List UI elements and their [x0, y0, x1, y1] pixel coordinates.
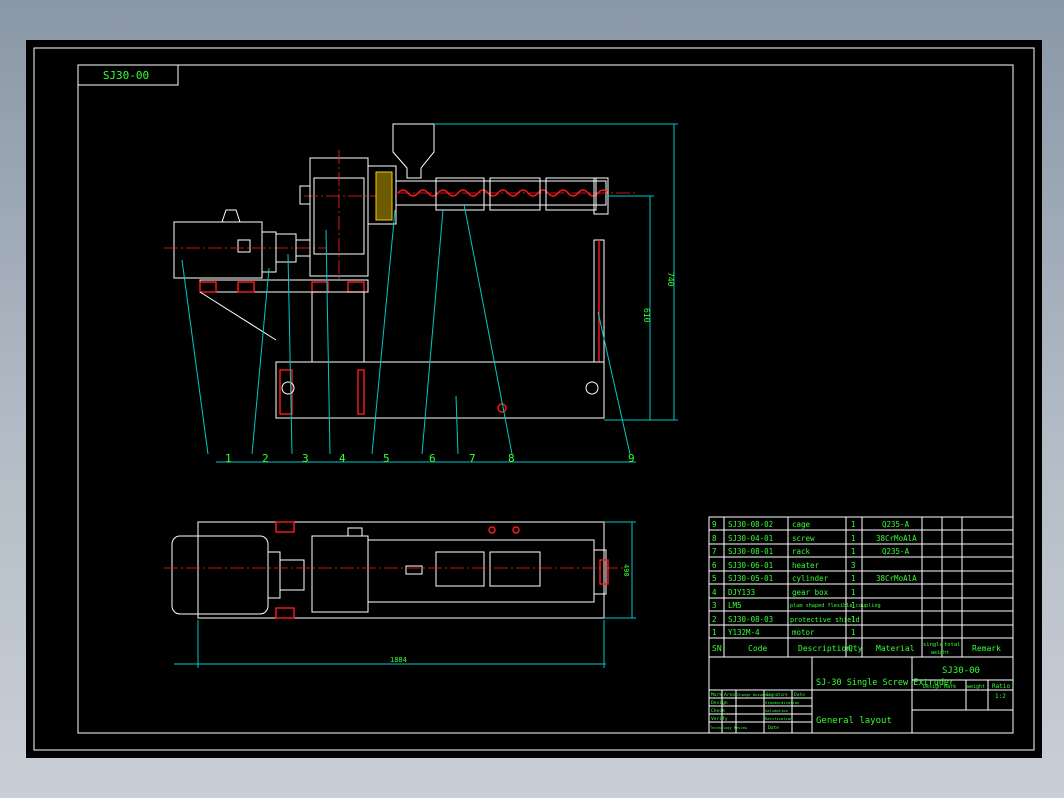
ratio-value: 1:2	[995, 693, 1006, 700]
callout-7: 7	[469, 452, 476, 465]
bom-row-qty: 1	[851, 615, 856, 624]
bom-row-sn: 8	[712, 534, 717, 543]
signoff-row-label: Design	[711, 700, 728, 706]
bom-row-material: Q235-A	[882, 520, 910, 529]
bom-row-desc: gear box	[792, 588, 829, 597]
signoff-header: Area	[724, 692, 735, 698]
callout-3: 3	[302, 452, 309, 465]
callout-4: 4	[339, 452, 346, 465]
signoff-header: Mark	[711, 692, 722, 698]
bom-row-qty: 1	[851, 547, 856, 556]
bom-row-sn: 3	[712, 601, 717, 610]
bom-row-qty: 1	[851, 628, 856, 637]
hopper	[392, 123, 435, 179]
bom-header-weight: weight	[931, 650, 949, 656]
bom-row-sn: 7	[712, 547, 717, 556]
bom-row-code: SJ30-08-02	[728, 520, 773, 529]
signoff-row-item: Date	[768, 725, 779, 731]
bom-row-code: SJ30-05-01	[728, 574, 773, 583]
bom-header-material: Material	[876, 644, 915, 653]
bom-row-qty: 1	[851, 588, 856, 597]
rack	[275, 361, 605, 419]
bom-header-qty: Qty	[848, 644, 863, 653]
plan-barrel	[367, 539, 595, 603]
plan-view: 1884 490	[164, 521, 636, 668]
bom-row-material: 38CrMoAlA	[876, 574, 917, 583]
elevation-view: 740 610	[164, 123, 678, 463]
bom-row-code: SJ30-06-01	[728, 561, 773, 570]
bom-header-code: Code	[748, 644, 767, 653]
signoff-row-item: Ratification	[765, 716, 792, 721]
signoff-row-label: Check	[711, 708, 725, 714]
motor	[173, 221, 263, 279]
signoff-row-item: Validation	[765, 708, 788, 713]
drawing-sheet: SJ30-00 740 610 1 2 3 4 5 6 7 8 9 1884 4…	[33, 47, 1035, 751]
bom-row-material: 38CrMoAlA	[876, 534, 917, 543]
bom-row-qty: 3	[851, 561, 856, 570]
callout-8: 8	[508, 452, 515, 465]
dim-plan-width: 490	[622, 564, 630, 577]
bom-row-qty: 1	[851, 601, 856, 610]
callout-5: 5	[383, 452, 390, 465]
bom-row-desc: plum shaped flexible coupling	[790, 603, 881, 609]
bom-row-qty: 1	[851, 574, 856, 583]
plan-motor	[171, 535, 269, 615]
signoff-header: Signature	[766, 692, 788, 697]
bom-row-desc: protective shield	[790, 616, 860, 624]
bom-row-sn: 2	[712, 615, 717, 624]
callout-6: 6	[429, 452, 436, 465]
bom-row-desc: cage	[792, 520, 811, 529]
bom-row-code: SJ30-08-03	[728, 615, 773, 624]
bom-header-remark: Remark	[972, 644, 1001, 653]
dim-frame-height: 610	[642, 308, 651, 323]
code-box-text: SJ30-00	[103, 69, 149, 82]
bom-row-desc: motor	[792, 628, 815, 637]
inner-border	[77, 64, 1014, 734]
bom-header-sn: SN	[712, 644, 722, 653]
bom-row-sn: 5	[712, 574, 717, 583]
signoff-row-label: Technology Review	[710, 726, 748, 730]
drawing-subtitle: General layout	[816, 716, 892, 726]
bom-row-code: SJ30-08-01	[728, 547, 773, 556]
bom-row-desc: heater	[792, 561, 820, 570]
signoff-header: Date	[794, 692, 805, 698]
bom-row-qty: 1	[851, 520, 856, 529]
bom-header-description: Description	[798, 644, 851, 653]
bom-row-code: DJY133	[728, 588, 755, 597]
bom-row-desc: screw	[792, 534, 815, 543]
bom-row-code: LM5	[728, 601, 742, 610]
callout-9: 9	[628, 452, 635, 465]
signoff-row-label: Verify	[711, 716, 728, 722]
bom-header-total: total	[944, 642, 961, 648]
callout-2: 2	[262, 452, 269, 465]
bom-row-sn: 1	[712, 628, 717, 637]
callout-1: 1	[225, 452, 232, 465]
bom-row-sn: 9	[712, 520, 717, 529]
bom-row-code: Y132M-4	[728, 628, 760, 637]
dim-total-height: 740	[666, 272, 675, 287]
dim-plan-length: 1884	[390, 656, 407, 664]
bom-row-desc: rack	[792, 547, 811, 556]
bom-row-qty: 1	[851, 534, 856, 543]
signoff-row-item: Standardization	[765, 700, 799, 705]
bom-row-code: SJ30-04-01	[728, 534, 773, 543]
bom-row-sn: 6	[712, 561, 717, 570]
cad-drawing-canvas[interactable]: SJ30-00 740 610 1 2 3 4 5 6 7 8 9 1884 4…	[26, 40, 1042, 758]
drawing-number: SJ30-00	[942, 666, 980, 676]
ratio-label: Ratio	[992, 683, 1010, 690]
weight-label: weight	[967, 684, 985, 690]
design-mark-label: Design Mark	[923, 684, 956, 690]
plan-gear-box	[311, 535, 369, 613]
bom-row-material: Q235-A	[882, 547, 910, 556]
bom-header-single: single	[923, 642, 943, 648]
bom-row-desc: cylinder	[792, 574, 829, 583]
bom-row-sn: 4	[712, 588, 717, 597]
